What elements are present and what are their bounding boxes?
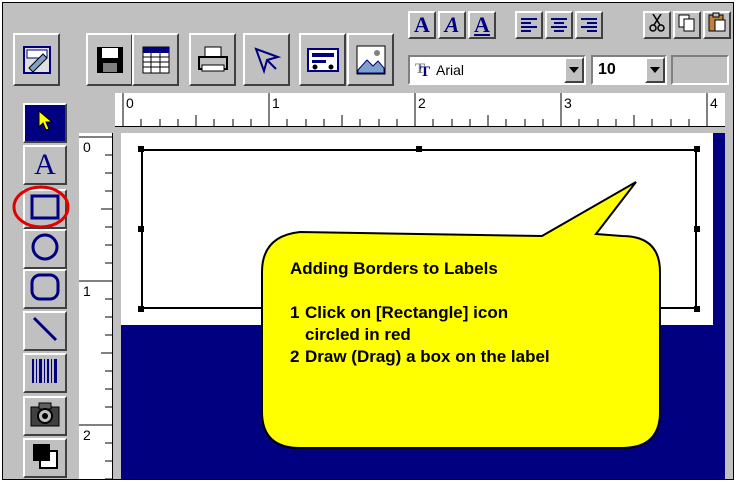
app-window: A A A TT Arial 10 A 0 1 2 3 4 0 1 2 — [2, 2, 734, 480]
align-center-button[interactable] — [545, 11, 573, 39]
step-text: Click on [Rectangle] icon circled in red — [305, 303, 509, 344]
rounded-rectangle-tool-icon — [30, 273, 60, 306]
text-tool-button[interactable]: A — [23, 145, 67, 185]
rounded-rectangle-tool-button[interactable] — [23, 269, 67, 309]
ruler-label: 4 — [710, 95, 718, 111]
database-icon — [140, 44, 172, 76]
chevron-down-icon — [650, 67, 660, 73]
font-size-dropdown-arrow[interactable] — [645, 57, 665, 83]
label-properties-button[interactable] — [13, 33, 60, 86]
step-number: 2 — [290, 347, 300, 366]
bold-icon: A — [414, 12, 430, 37]
align-center-icon — [551, 12, 567, 38]
ruler-label: 2 — [418, 95, 426, 111]
color-tool-button[interactable] — [23, 438, 67, 478]
picture-button[interactable] — [347, 33, 394, 86]
ellipse-tool-icon — [30, 232, 60, 267]
underline-button[interactable]: A — [468, 11, 496, 39]
line-tool-icon — [30, 314, 60, 349]
callout-step: 2 Draw (Drag) a box on the label — [290, 346, 610, 368]
camera-tool-button[interactable] — [23, 396, 67, 436]
resize-handle[interactable] — [416, 146, 422, 152]
step-number: 1 — [290, 303, 300, 322]
select-tool-button[interactable] — [23, 103, 67, 143]
resize-handle[interactable] — [138, 146, 144, 152]
picture-icon — [355, 44, 387, 76]
callout-step: 1 Click on [Rectangle] icon circled in r… — [290, 302, 610, 346]
align-right-button[interactable] — [575, 11, 603, 39]
underline-icon: A — [474, 12, 490, 37]
callout-text: Adding Borders to Labels 1 Click on [Rec… — [290, 258, 610, 368]
copy-icon — [678, 12, 696, 38]
design-tool-button[interactable] — [243, 33, 290, 86]
camera-tool-icon — [29, 400, 61, 433]
line-tool-button[interactable] — [23, 311, 67, 351]
bold-button[interactable]: A — [408, 11, 436, 39]
print-button[interactable] — [189, 33, 236, 86]
font-name-select[interactable]: TT Arial — [408, 55, 586, 85]
font-size-value: 10 — [598, 61, 616, 78]
scissors-icon — [649, 12, 665, 38]
step-text: Draw (Drag) a box on the label — [305, 347, 550, 366]
rectangle-tool-icon — [30, 194, 60, 225]
resize-handle[interactable] — [694, 146, 700, 152]
print-icon — [196, 45, 230, 75]
font-name-value: Arial — [436, 62, 465, 78]
align-left-icon — [521, 12, 537, 38]
text-tool-icon: A — [34, 148, 56, 181]
color-tool-icon — [31, 442, 59, 475]
resize-handle[interactable] — [138, 306, 144, 312]
save-button[interactable] — [86, 33, 133, 86]
align-left-button[interactable] — [515, 11, 543, 39]
callout-title: Adding Borders to Labels — [290, 259, 498, 278]
select-arrow-icon — [36, 109, 54, 137]
ruler-label: 1 — [83, 283, 91, 299]
ruler-label: 0 — [126, 95, 134, 111]
truetype-icon: TT — [415, 61, 431, 80]
toolbar-field — [671, 55, 729, 85]
ruler-label: 0 — [83, 139, 91, 155]
barcode-tool-button[interactable] — [23, 353, 67, 393]
design-tool-icon — [252, 45, 282, 75]
resize-handle[interactable] — [694, 306, 700, 312]
cut-button[interactable] — [643, 11, 671, 39]
resize-handle[interactable] — [694, 226, 700, 232]
vertical-ruler: 0 1 2 — [79, 133, 113, 479]
italic-icon: A — [444, 12, 460, 37]
paste-button[interactable] — [703, 11, 731, 39]
rectangle-tool-button[interactable] — [23, 189, 67, 229]
ruler-label: 2 — [83, 427, 91, 443]
font-size-select[interactable]: 10 — [591, 55, 667, 85]
ruler-label: 3 — [564, 95, 572, 111]
font-name-dropdown-arrow[interactable] — [564, 57, 584, 83]
save-icon — [95, 45, 125, 75]
italic-button[interactable]: A — [438, 11, 466, 39]
print-preview-icon — [306, 45, 340, 75]
barcode-tool-icon — [30, 357, 60, 390]
database-button[interactable] — [132, 33, 179, 86]
print-preview-button[interactable] — [299, 33, 346, 86]
paste-icon — [708, 12, 726, 38]
horizontal-ruler: 0 1 2 3 4 — [115, 93, 725, 127]
label-properties-icon — [21, 44, 53, 76]
ruler-label: 1 — [272, 95, 280, 111]
copy-button[interactable] — [673, 11, 701, 39]
ellipse-tool-button[interactable] — [23, 229, 67, 269]
resize-handle[interactable] — [138, 226, 144, 232]
chevron-down-icon — [569, 67, 579, 73]
align-right-icon — [581, 12, 597, 38]
